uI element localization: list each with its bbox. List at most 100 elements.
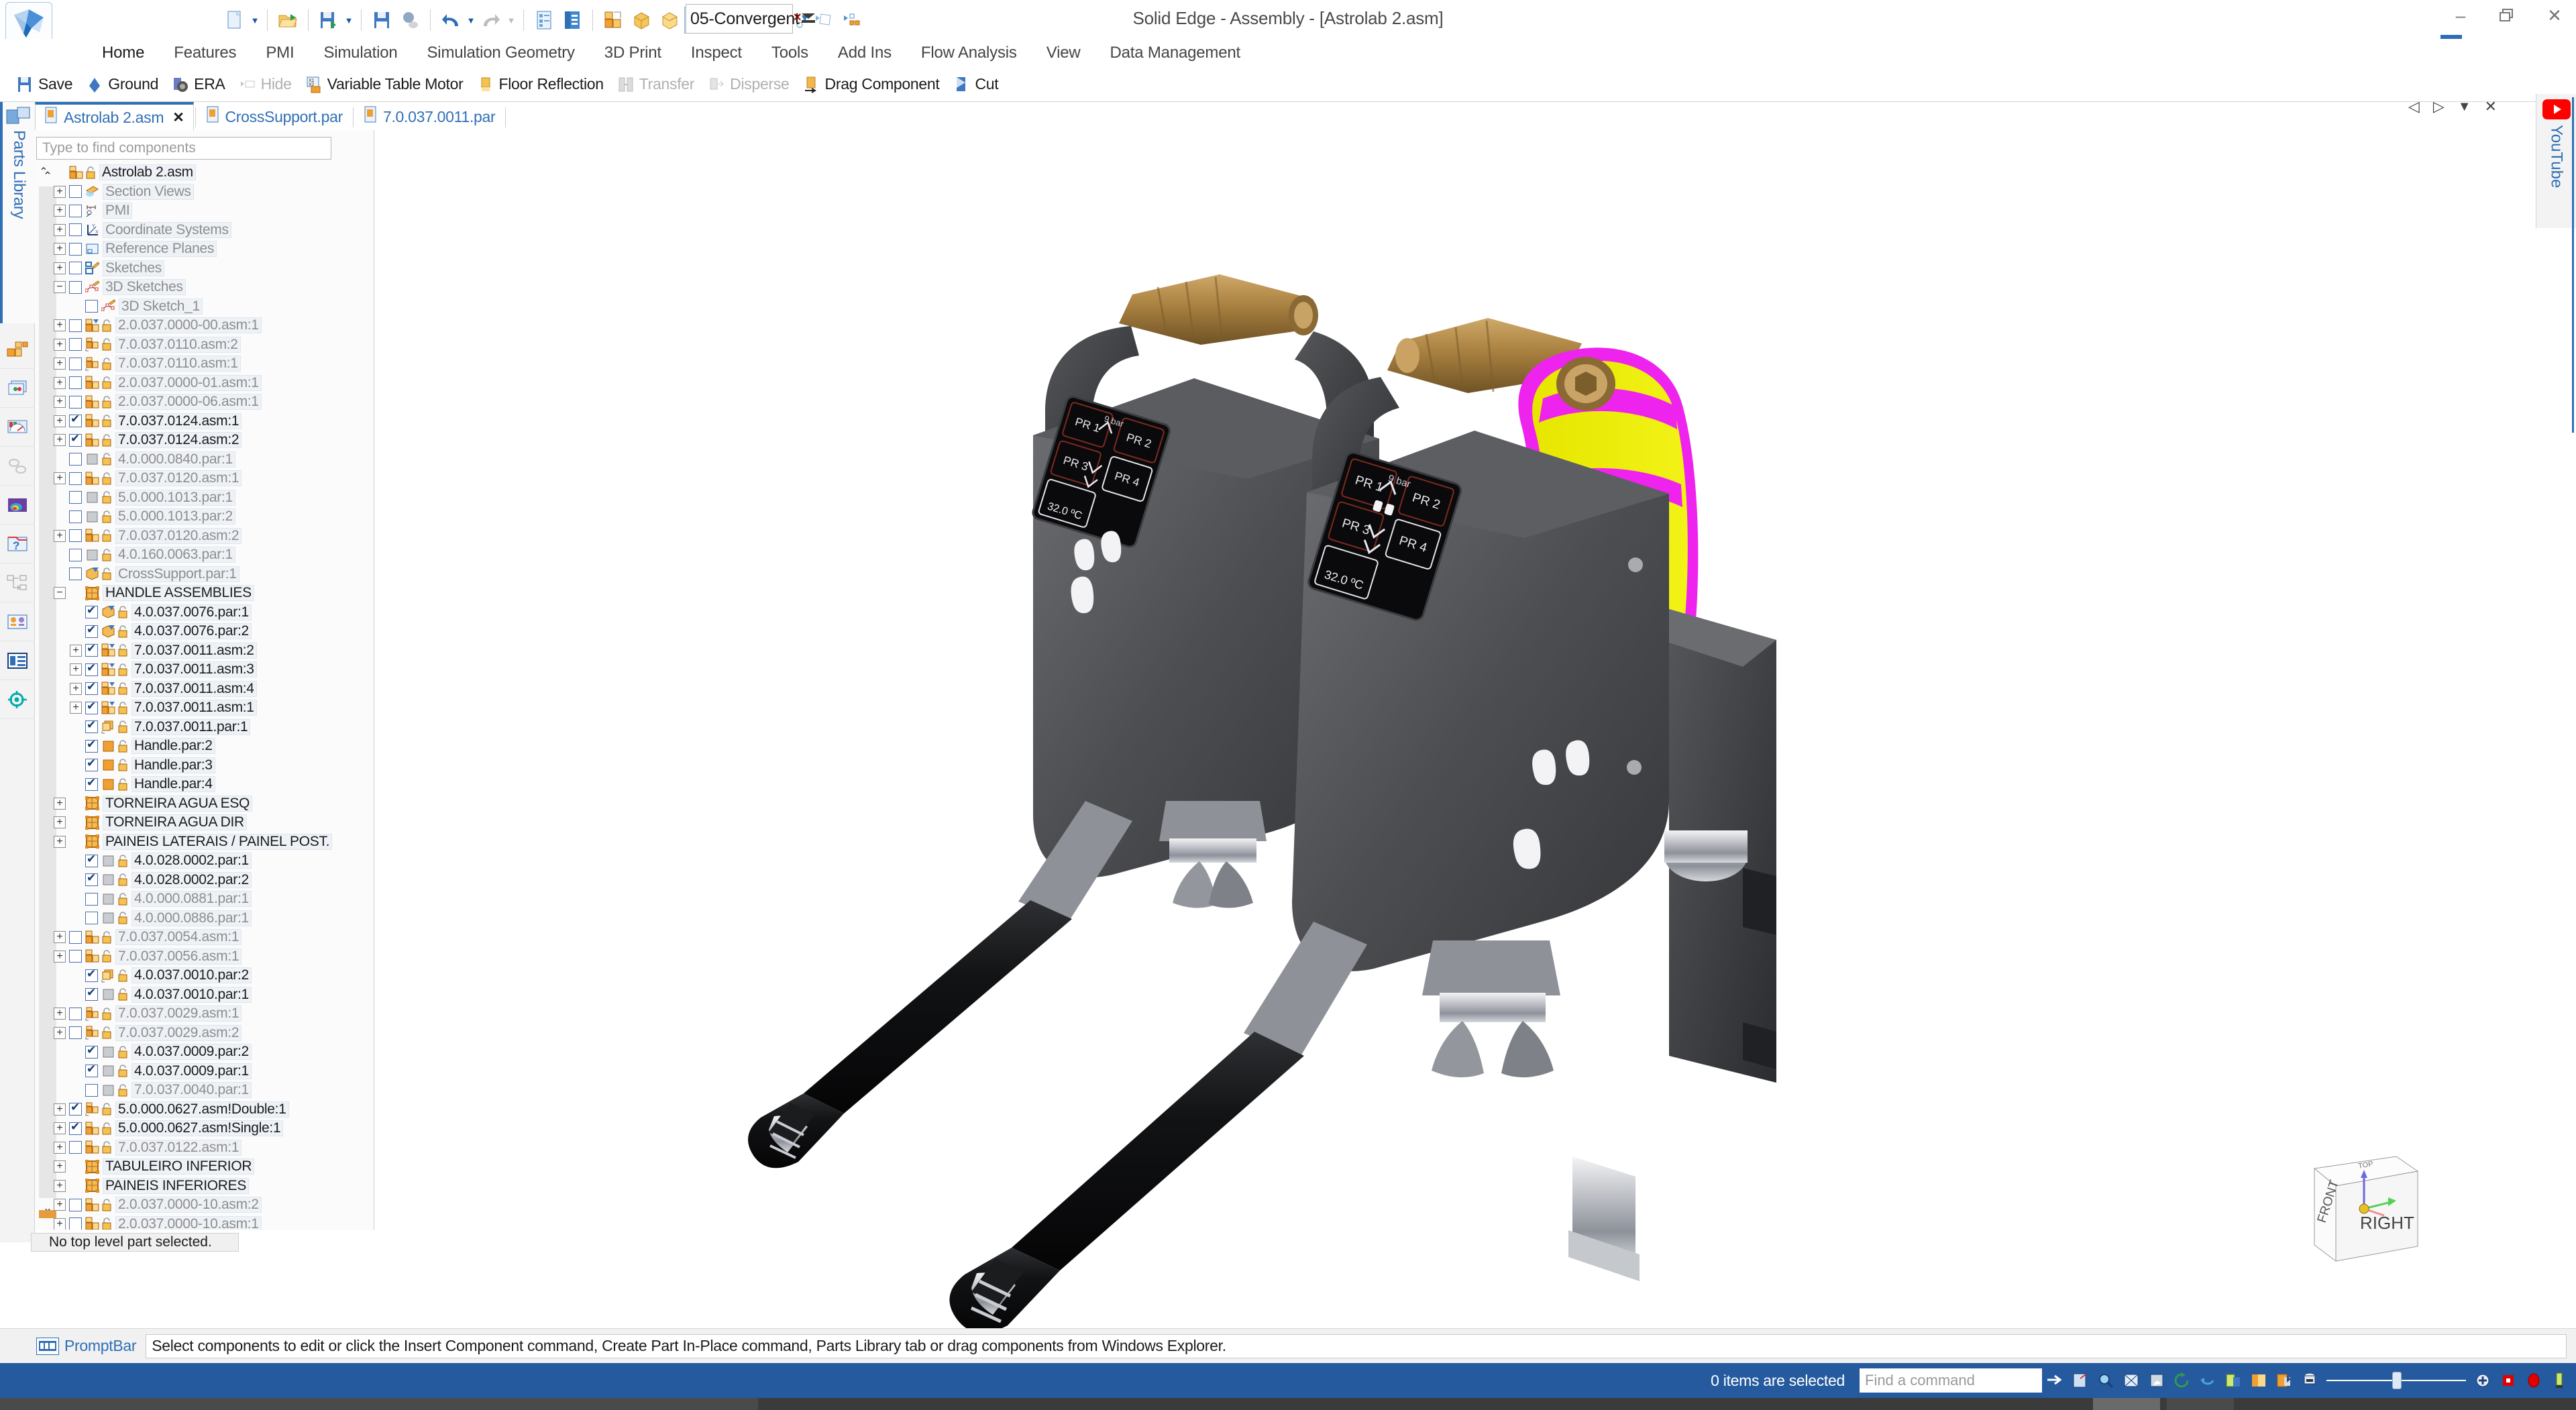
collapse-all-icon[interactable]: ⌃ xyxy=(38,166,50,178)
tree-item[interactable]: +7.0.037.0029.asm:2 xyxy=(35,1024,374,1043)
left-dock-bar[interactable]: Parts Library ? xyxy=(0,102,35,1242)
expand-icon[interactable]: + xyxy=(70,663,82,675)
visibility-checkbox[interactable] xyxy=(85,893,98,906)
assembly-pathfinder-icon[interactable] xyxy=(0,330,35,369)
youtube-panel-tab[interactable]: YouTube xyxy=(2536,94,2576,228)
visibility-checkbox[interactable] xyxy=(85,759,98,771)
tree-item[interactable]: +TORNEIRA AGUA DIR xyxy=(35,813,374,832)
youtube-icon[interactable] xyxy=(2542,99,2571,119)
visibility-checkbox[interactable] xyxy=(69,529,82,542)
visibility-checkbox[interactable] xyxy=(69,185,82,198)
expand-icon[interactable]: + xyxy=(54,262,66,274)
window-controls[interactable]: – ✕ xyxy=(2447,4,2568,27)
visibility-checkbox[interactable] xyxy=(69,223,82,236)
tab-add-ins[interactable]: Add Ins xyxy=(823,39,906,67)
visibility-checkbox[interactable] xyxy=(85,778,98,791)
expand-icon[interactable]: + xyxy=(54,377,66,389)
help-folder-icon[interactable]: ? xyxy=(0,525,35,563)
relationship-tree-icon[interactable] xyxy=(0,563,35,602)
expand-icon[interactable]: + xyxy=(54,1218,66,1230)
visibility-checkbox[interactable] xyxy=(69,1141,82,1154)
visibility-checkbox[interactable] xyxy=(69,358,82,370)
tree-item[interactable]: +7.0.037.0029.asm:1 xyxy=(35,1004,374,1024)
visibility-checkbox[interactable] xyxy=(69,396,82,409)
visibility-checkbox[interactable] xyxy=(85,1065,98,1077)
assembly-tree[interactable]: ⌃Astrolab 2.asm+Section Views+xPMI+YXCoo… xyxy=(35,163,374,1230)
render-icon[interactable] xyxy=(2271,1368,2297,1393)
tree-item[interactable]: 5.0.000.1013.par:2 xyxy=(35,507,374,527)
visibility-checkbox[interactable] xyxy=(69,472,82,485)
engineering-reference-icon[interactable] xyxy=(0,680,35,719)
layers-icon[interactable] xyxy=(0,369,35,408)
tab-view[interactable]: View xyxy=(1032,39,1095,67)
tree-item[interactable]: 4.0.037.0076.par:1 xyxy=(35,603,374,622)
stop-icon[interactable] xyxy=(2521,1368,2546,1393)
zoom-area-icon[interactable] xyxy=(2068,1368,2093,1393)
visibility-checkbox[interactable] xyxy=(69,567,82,580)
visibility-checkbox[interactable] xyxy=(85,720,98,733)
visibility-checkbox[interactable] xyxy=(85,702,98,714)
tree-item[interactable]: +PAINEIS INFERIORES xyxy=(35,1177,374,1196)
record-icon[interactable] xyxy=(2496,1368,2521,1393)
ribbon-command-bar[interactable]: SaveGroundERAHideX1X2Variable Table Moto… xyxy=(0,67,2576,102)
tree-item[interactable]: +7.0.037.0122.asm:1 xyxy=(35,1138,374,1158)
prev-document-icon[interactable]: ◁ xyxy=(2408,98,2420,115)
rotate-icon[interactable] xyxy=(2169,1368,2195,1393)
visibility-checkbox[interactable] xyxy=(69,1217,82,1230)
ribbon-command-floor-reflection[interactable]: Floor Reflection xyxy=(470,69,609,100)
parts-library-tab[interactable]: Parts Library xyxy=(0,102,35,323)
select-tool-icon[interactable] xyxy=(2042,1368,2068,1393)
visibility-checkbox[interactable] xyxy=(85,300,98,313)
restore-icon[interactable] xyxy=(2494,4,2521,27)
tree-item[interactable]: −3D Sketches xyxy=(35,278,374,297)
visibility-checkbox[interactable] xyxy=(85,1046,98,1059)
view-cube-navigator[interactable]: FRONT RIGHT TOP xyxy=(2314,1156,2418,1261)
ribbon-command-save[interactable]: Save xyxy=(9,69,78,100)
visibility-checkbox[interactable] xyxy=(69,434,82,447)
tree-item[interactable]: +7.0.037.0110.asm:2 xyxy=(35,335,374,355)
tree-item[interactable]: 7.0.037.0011.par:1 xyxy=(35,718,374,737)
document-tab-7-0-037-0011-par[interactable]: 7.0.037.0011.par xyxy=(355,103,504,130)
tree-item[interactable]: +2.0.037.0000-06.asm:1 xyxy=(35,392,374,412)
tree-item[interactable]: +2.0.037.0000-10.asm:1 xyxy=(35,1215,374,1230)
expand-icon[interactable]: + xyxy=(54,1103,66,1116)
tree-item[interactable]: 4.0.028.0002.par:2 xyxy=(35,871,374,890)
tab-3d-print[interactable]: 3D Print xyxy=(590,39,676,67)
tree-item[interactable]: 4.0.037.0009.par:1 xyxy=(35,1062,374,1081)
look-at-icon[interactable] xyxy=(2195,1368,2220,1393)
heatmap-icon[interactable] xyxy=(0,486,35,525)
visibility-checkbox[interactable] xyxy=(85,740,98,753)
ribbon-command-variable-table-motor[interactable]: X1X2Variable Table Motor xyxy=(299,69,469,100)
expand-icon[interactable]: + xyxy=(70,645,82,657)
visibility-checkbox[interactable] xyxy=(85,625,98,638)
tree-item[interactable]: 4.0.000.0881.par:1 xyxy=(35,889,374,909)
expand-icon[interactable]: + xyxy=(70,702,82,714)
expand-icon[interactable]: + xyxy=(54,205,66,217)
feature-library-icon[interactable] xyxy=(0,641,35,680)
document-tab-bar[interactable]: Astrolab 2.asm✕CrossSupport.par7.0.037.0… xyxy=(35,102,2477,130)
zoom-icon[interactable] xyxy=(2093,1368,2118,1393)
sensors-icon[interactable] xyxy=(0,408,35,447)
expand-icon[interactable]: + xyxy=(54,339,66,351)
document-menu-icon[interactable]: ▼ xyxy=(2458,99,2471,115)
expand-icon[interactable]: + xyxy=(54,319,66,331)
visibility-checkbox[interactable] xyxy=(85,606,98,618)
close-icon[interactable]: ✕ xyxy=(2541,4,2568,27)
visibility-checkbox[interactable] xyxy=(85,873,98,886)
ribbon-command-ground[interactable]: Ground xyxy=(79,69,164,100)
fit-icon[interactable] xyxy=(2118,1368,2144,1393)
ribbon-command-cut[interactable]: Cut xyxy=(946,69,1004,100)
visibility-checkbox[interactable] xyxy=(85,682,98,695)
expand-icon[interactable]: + xyxy=(54,415,66,427)
assembly-model[interactable]: PR 1 PR 2 PR 3 PR 4 9 bar 32.0 ºC xyxy=(374,130,2479,1346)
expand-icon[interactable]: + xyxy=(54,358,66,370)
expand-icon[interactable]: + xyxy=(54,396,66,408)
tree-item[interactable]: +Reference Planes xyxy=(35,239,374,259)
visibility-checkbox[interactable] xyxy=(85,912,98,924)
tree-item[interactable]: +2.0.037.0000-10.asm:2 xyxy=(35,1195,374,1215)
next-document-icon[interactable]: ▷ xyxy=(2433,98,2445,115)
visibility-checkbox[interactable] xyxy=(85,969,98,982)
expand-icon[interactable]: + xyxy=(54,951,66,963)
zoom-slider[interactable] xyxy=(2322,1368,2470,1393)
visibility-checkbox[interactable] xyxy=(69,491,82,504)
